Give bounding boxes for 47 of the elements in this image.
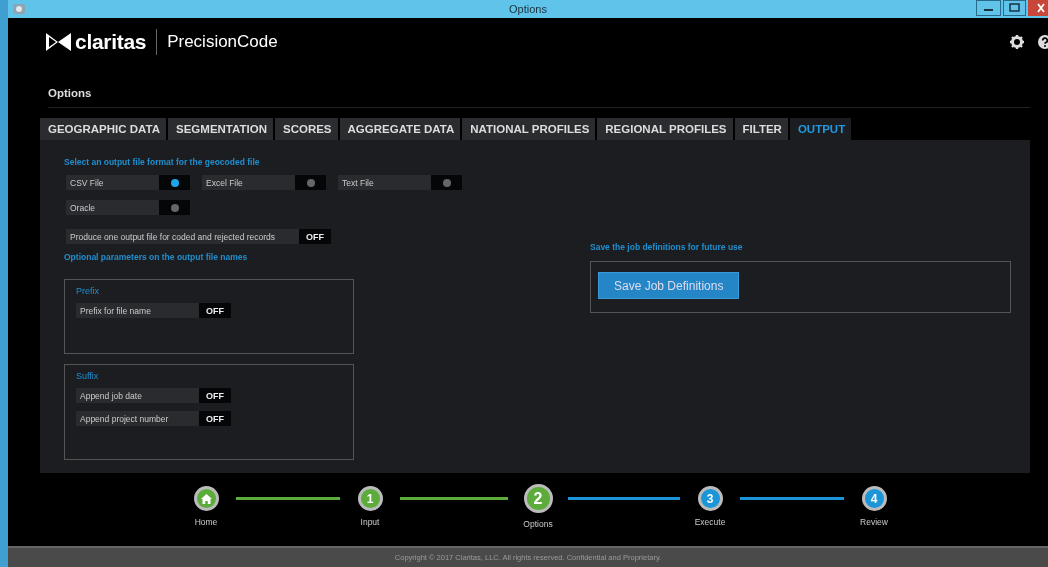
section-heading: Select an output file format for the geocoded file [64,157,261,167]
group-title: Prefix [76,286,100,296]
step-label: Review [860,517,888,527]
toggle-switch[interactable]: OFF [299,229,331,244]
setting-label: Prefix for file name [76,303,199,318]
radio-dot[interactable] [442,178,451,187]
option-label: CSV File [66,175,159,190]
close-icon[interactable] [1028,0,1048,16]
radio-dot[interactable] [306,178,315,187]
option-label: Excel File [202,175,295,190]
radio-dot[interactable] [170,178,179,187]
group-title: Suffix [76,371,100,381]
tab[interactable]: FILTER [734,118,788,140]
section-heading: Optional parameters on the output file names [64,252,249,262]
help-icon[interactable] [1038,35,1048,49]
step-label: Options [523,519,553,529]
tab[interactable]: GEOGRAPHIC DATA [40,118,167,140]
tab[interactable]: NATIONAL PROFILES [462,118,596,140]
setting-label: Produce one output file for coded and rejected records [66,229,299,244]
option-label: Text File [338,175,431,190]
logo-icon [45,31,71,53]
radio-dot[interactable] [170,203,179,212]
home-icon [200,493,212,504]
step-circle[interactable] [193,486,219,511]
app-icon [12,2,26,16]
step-label: Input [360,517,380,527]
toggle-switch[interactable]: OFF [199,411,231,426]
product-name: PrecisionCode [167,32,278,52]
step-label: Home [194,517,218,527]
settings-icon[interactable] [1010,35,1024,49]
option-label: Oracle [66,200,159,215]
minimize-icon[interactable] [976,0,1001,16]
toggle-switch[interactable]: OFF [199,303,231,318]
brand-name: claritas [75,30,147,54]
maximize-icon[interactable] [1003,0,1026,16]
window-title: Options [509,3,547,15]
step-label: Execute [694,517,726,527]
toggle-switch[interactable]: OFF [199,388,231,403]
page-title: Options [48,87,1030,108]
tab[interactable]: SEGMENTATION [168,118,273,140]
setting-label: Append job date [76,388,199,403]
tab[interactable]: OUTPUT [789,118,852,140]
tab[interactable]: AGGREGATE DATA [339,118,461,140]
section-heading: Save the job definitions for future use [590,242,744,252]
tab[interactable]: SCORES [274,118,338,140]
setting-label: Append project number [76,411,199,426]
tab[interactable]: REGIONAL PROFILES [597,118,733,140]
